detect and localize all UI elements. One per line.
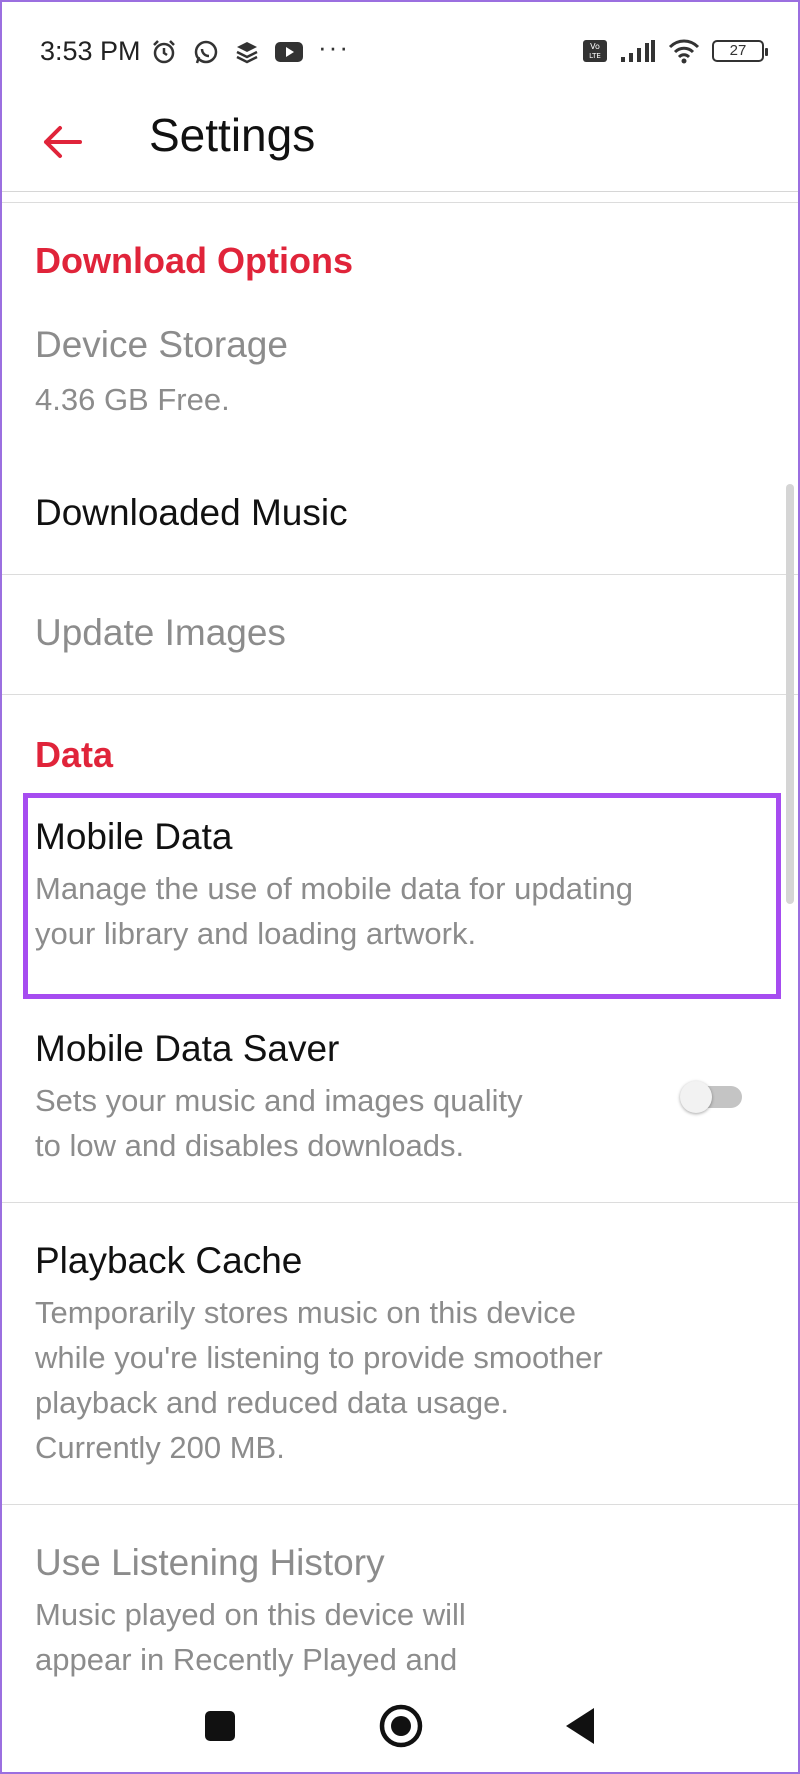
alarm-icon	[153, 40, 175, 64]
system-nav-bar	[2, 1682, 798, 1772]
playback-cache-subtitle-line2: while you're listening to provide smooth…	[35, 1340, 603, 1375]
listening-history-title: Use Listening History	[35, 1542, 385, 1583]
back-triangle-icon[interactable]	[552, 1696, 612, 1756]
divider	[2, 1504, 798, 1505]
wifi-icon	[668, 39, 700, 64]
mobile-data-subtitle-line2: your library and loading artwork.	[35, 916, 477, 951]
playback-cache-subtitle-line3: playback and reduced data usage.	[35, 1385, 509, 1420]
update-images-title: Update Images	[35, 612, 286, 653]
mobile-data-saver-subtitle-line2: to low and disables downloads.	[35, 1128, 465, 1163]
scrollbar[interactable]	[786, 484, 794, 904]
section-header-download-options: Download Options	[35, 240, 353, 281]
status-right-icons: Vo LTE 27	[582, 38, 768, 64]
divider	[2, 1202, 798, 1203]
back-arrow-icon[interactable]	[40, 120, 84, 164]
listening-history-subtitle-line2: appear in Recently Played and	[35, 1642, 458, 1677]
battery-icon: 27	[712, 40, 768, 62]
mobile-data-saver-toggle[interactable]	[678, 1079, 744, 1113]
playback-cache-title: Playback Cache	[35, 1240, 303, 1281]
status-time: 3:53 PM	[40, 36, 141, 66]
header-divider	[2, 202, 798, 203]
app-bar: Settings	[2, 102, 798, 192]
svg-text:LTE: LTE	[589, 52, 601, 60]
downloaded-music-title: Downloaded Music	[35, 492, 348, 533]
listening-history-subtitle-line1: Music played on this device will	[35, 1597, 466, 1632]
playback-cache-subtitle-line1: Temporarily stores music on this device	[35, 1295, 576, 1330]
signal-icon	[621, 40, 655, 62]
home-circle-icon[interactable]	[371, 1696, 431, 1756]
page-title: Settings	[149, 109, 316, 161]
toggle-knob	[680, 1081, 712, 1113]
section-header-data: Data	[35, 734, 114, 775]
mobile-data-subtitle-line1: Manage the use of mobile data for updati…	[35, 871, 634, 906]
volte-icon: Vo LTE	[583, 40, 607, 62]
svg-text:Vo: Vo	[590, 42, 600, 51]
mobile-data-saver-subtitle-line1: Sets your music and images quality	[35, 1083, 523, 1118]
device-storage-title: Device Storage	[35, 324, 288, 365]
layers-icon	[236, 42, 258, 64]
playback-cache-subtitle-line4: Currently 200 MB.	[35, 1430, 285, 1465]
recents-square-icon[interactable]	[190, 1696, 250, 1756]
divider	[2, 694, 798, 695]
divider	[2, 574, 798, 575]
status-bar: 3:53 PM ··· Vo LTE 27	[2, 2, 798, 102]
screen: 3:53 PM ··· Vo LTE 27 Settings Download …	[0, 0, 800, 1774]
whatsapp-icon	[194, 40, 218, 64]
more-notifications-icon: ···	[318, 31, 350, 62]
mobile-data-saver-title: Mobile Data Saver	[35, 1028, 340, 1069]
mobile-data-title: Mobile Data	[35, 816, 233, 857]
youtube-icon	[275, 42, 303, 62]
device-storage-subtitle: 4.36 GB Free.	[35, 382, 230, 417]
status-left-icons: ···	[150, 32, 350, 66]
